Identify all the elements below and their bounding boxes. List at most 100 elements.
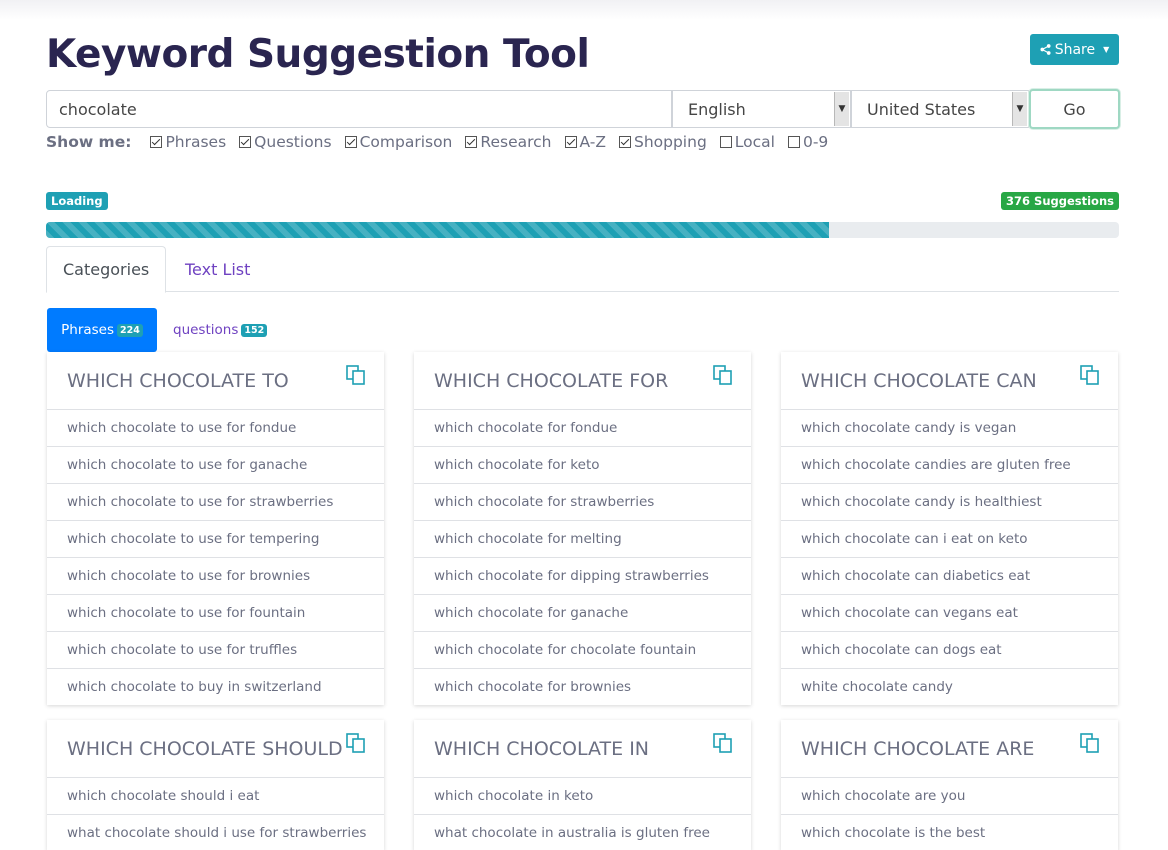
card-title: WHICH CHOCOLATE CAN (801, 369, 1037, 392)
pill-questions[interactable]: questions 152 (173, 308, 268, 352)
card-header: WHICH CHOCOLATE ARE (781, 720, 1118, 777)
country-selected: United States (867, 99, 976, 119)
keyword-row[interactable]: white chocolate candy (781, 668, 1118, 705)
card-header: WHICH CHOCOLATE CAN (781, 352, 1118, 409)
copy-icon[interactable] (1079, 732, 1101, 754)
keyword-row[interactable]: which chocolate candy is healthiest (781, 483, 1118, 520)
keyword-row[interactable]: what chocolate should i use for strawber… (47, 814, 384, 850)
card-header: WHICH CHOCOLATE TO (47, 352, 384, 409)
filter-label: 0-9 (802, 133, 829, 151)
keyword-row[interactable]: which chocolate to use for fondue (47, 409, 384, 446)
card-title: WHICH CHOCOLATE TO (67, 369, 289, 392)
keyword-row[interactable]: which chocolate to use for strawberries (47, 483, 384, 520)
show-me-filters: Show me: Phrases Questions Comparison Re… (46, 133, 841, 151)
checkbox[interactable] (239, 136, 252, 148)
keyword-row[interactable]: which chocolate for melting (414, 520, 751, 557)
share-button[interactable]: Share ▼ (1030, 34, 1119, 65)
keyword-row[interactable]: which chocolate can i eat on keto (781, 520, 1118, 557)
pill-label: questions (173, 322, 239, 338)
filter-label: Phrases (165, 133, 227, 151)
keyword-row[interactable]: which chocolate to use for fountain (47, 594, 384, 631)
keyword-row[interactable]: which chocolate to use for truffles (47, 631, 384, 668)
card-title: WHICH CHOCOLATE FOR (434, 369, 669, 392)
keyword-row[interactable]: which chocolate to use for tempering (47, 520, 384, 557)
keyword-card: WHICH CHOCOLATE SHOULD which chocolate s… (47, 720, 384, 850)
card-title: WHICH CHOCOLATE SHOULD (67, 737, 343, 760)
filter-label: Questions (254, 133, 332, 151)
card-header: WHICH CHOCOLATE IN (414, 720, 751, 777)
country-select[interactable]: United States ▼ (851, 90, 1029, 128)
progress-bar (46, 222, 1119, 238)
go-button[interactable]: Go (1029, 89, 1120, 129)
keyword-row[interactable]: which chocolate for chocolate fountain (414, 631, 751, 668)
copy-icon[interactable] (1079, 364, 1101, 386)
copy-icon[interactable] (345, 364, 367, 386)
card-header: WHICH CHOCOLATE SHOULD (47, 720, 384, 777)
top-shade (0, 0, 1168, 20)
keyword-row[interactable]: which chocolate to buy in switzerland (47, 668, 384, 705)
checkbox[interactable] (150, 136, 163, 148)
keyword-row[interactable]: which chocolate for fondue (414, 409, 751, 446)
keyword-row[interactable]: which chocolate candies are gluten free (781, 446, 1118, 483)
keyword-row[interactable]: what chocolate in australia is gluten fr… (414, 814, 751, 850)
keyword-row[interactable]: which chocolate for strawberries (414, 483, 751, 520)
count-badge: 152 (241, 323, 268, 337)
keyword-row[interactable]: which chocolate to use for ganache (47, 446, 384, 483)
filter-label: Local (734, 133, 775, 151)
filter-phrases[interactable]: Phrases (150, 133, 226, 151)
page-title: Keyword Suggestion Tool (46, 32, 590, 77)
keyword-row[interactable]: which chocolate for ganache (414, 594, 751, 631)
checkbox[interactable] (344, 136, 357, 148)
language-select[interactable]: English ▼ (672, 90, 851, 128)
keyword-row[interactable]: which chocolate for keto (414, 446, 751, 483)
card-title: WHICH CHOCOLATE ARE (801, 737, 1035, 760)
keyword-row[interactable]: which chocolate can dogs eat (781, 631, 1118, 668)
card-header: WHICH CHOCOLATE FOR (414, 352, 751, 409)
search-input[interactable] (46, 90, 672, 128)
keyword-row[interactable]: which chocolate to use for brownies (47, 557, 384, 594)
copy-icon[interactable] (712, 732, 734, 754)
keyword-row[interactable]: which chocolate can diabetics eat (781, 557, 1118, 594)
tab-categories[interactable]: Categories (46, 246, 167, 293)
language-selected: English (688, 99, 746, 119)
pill-label: Phrases (61, 322, 115, 338)
checkbox[interactable] (719, 136, 732, 148)
filter-questions[interactable]: Questions (239, 133, 332, 151)
share-label: Share (1054, 41, 1096, 58)
card-title: WHICH CHOCOLATE IN (434, 737, 650, 760)
filter-local[interactable]: Local (719, 133, 775, 151)
filter-label: Comparison (359, 133, 453, 151)
copy-icon[interactable] (712, 364, 734, 386)
filter-a-z[interactable]: A-Z (564, 133, 606, 151)
share-icon (1040, 44, 1051, 55)
keyword-row[interactable]: which chocolate in keto (414, 777, 751, 814)
checkbox[interactable] (564, 136, 577, 148)
keyword-row[interactable]: which chocolate candy is vegan (781, 409, 1118, 446)
filter-shopping[interactable]: Shopping (618, 133, 707, 151)
tab-text-list[interactable]: Text List (169, 246, 266, 292)
keyword-card: WHICH CHOCOLATE CAN which chocolate cand… (781, 352, 1118, 705)
keyword-row[interactable]: which chocolate for dipping strawberries (414, 557, 751, 594)
tab-bar: Categories Text List (46, 246, 1119, 293)
keyword-card: WHICH CHOCOLATE FOR which chocolate for … (414, 352, 751, 705)
show-me-label: Show me: (46, 133, 132, 151)
checkbox[interactable] (465, 136, 478, 148)
count-badge: 224 (117, 323, 143, 337)
pill-phrases[interactable]: Phrases 224 (47, 308, 157, 352)
keyword-row[interactable]: which chocolate is the best (781, 814, 1118, 850)
keyword-row[interactable]: which chocolate are you (781, 777, 1118, 814)
chevron-down-icon: ▼ (1012, 92, 1027, 126)
filter-research[interactable]: Research (465, 133, 552, 151)
keyword-row[interactable]: which chocolate can vegans eat (781, 594, 1118, 631)
checkbox[interactable] (787, 136, 800, 148)
filter-label: A-Z (579, 133, 606, 151)
filter-0-9[interactable]: 0-9 (787, 133, 829, 151)
chevron-down-icon: ▼ (834, 92, 849, 126)
keyword-row[interactable]: which chocolate for brownies (414, 668, 751, 705)
keyword-row[interactable]: which chocolate should i eat (47, 777, 384, 814)
loading-badge: Loading (46, 192, 108, 210)
keyword-card: WHICH CHOCOLATE TO which chocolate to us… (47, 352, 384, 705)
copy-icon[interactable] (345, 732, 367, 754)
filter-comparison[interactable]: Comparison (344, 133, 453, 151)
checkbox[interactable] (618, 136, 631, 148)
